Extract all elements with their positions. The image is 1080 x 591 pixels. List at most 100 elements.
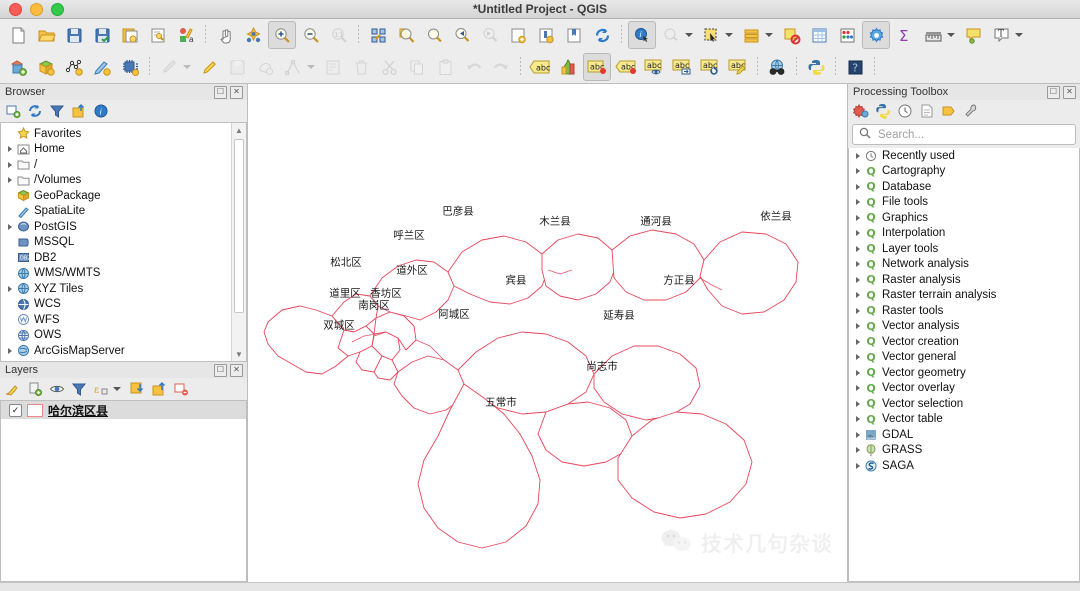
move-label-button[interactable]: abc [669,54,695,80]
processing-item-gdal[interactable]: GDAL GDAL [849,427,1079,443]
toggle-editing-button[interactable] [196,54,222,80]
cut-features-button[interactable] [376,54,402,80]
layers-close-button[interactable]: ✕ [230,363,243,377]
browser-item-wms-wmts[interactable]: WMS/WMTS [1,266,246,282]
expand-arrow[interactable] [4,223,15,230]
map-tips-button[interactable] [960,22,986,48]
select-by-value-button[interactable] [738,22,764,48]
expand-arrow[interactable] [4,177,15,184]
browser-item-home[interactable]: Home [1,142,246,158]
expand-arrow[interactable] [852,338,863,345]
processing-item-raster-terrain-analysis[interactable]: Q Raster terrain analysis [849,288,1079,304]
new-project-button[interactable] [5,22,31,48]
layer-styling-button[interactable] [555,54,581,80]
processing-item-vector-analysis[interactable]: Q Vector analysis [849,319,1079,335]
layout-manager-button[interactable] [145,22,171,48]
help-button[interactable]: ? [842,54,868,80]
zoom-in-button[interactable] [268,21,296,49]
expand-arrow[interactable] [852,261,863,268]
processing-item-graphics[interactable]: Q Graphics [849,210,1079,226]
browser-item-wfs[interactable]: WFS [1,312,246,328]
zoom-full-button[interactable] [365,22,391,48]
scroll-down-button[interactable]: ▼ [232,347,246,361]
run-feature-action-button[interactable] [658,22,684,48]
processing-item-raster-analysis[interactable]: Q Raster analysis [849,272,1079,288]
copy-features-button[interactable] [404,54,430,80]
measure-dropdown[interactable] [947,33,955,37]
layer-visibility-checkbox[interactable]: ✓ [9,403,22,417]
maximize-window-button[interactable] [51,2,64,16]
expand-arrow[interactable] [852,245,863,252]
paste-features-button[interactable] [432,54,458,80]
select-features-button[interactable] [698,22,724,48]
add-delimited-text-layer-button[interactable] [89,54,115,80]
processing-item-raster-tools[interactable]: Q Raster tools [849,303,1079,319]
add-postgis-layer-button[interactable] [117,54,143,80]
expand-arrow[interactable] [852,354,863,361]
refresh-button[interactable] [589,22,615,48]
pin-labels-button[interactable]: abc [613,54,639,80]
search-box[interactable] [852,124,1076,145]
filter-browser-button[interactable] [47,102,67,121]
open-model-button[interactable] [851,102,871,121]
label-toolbar-button[interactable]: abc [527,54,553,80]
properties-button[interactable]: i [91,102,111,121]
browser-item-ows[interactable]: OWS [1,328,246,344]
browser-float-button[interactable]: ☐ [214,85,227,99]
metasearch-button[interactable] [764,54,790,80]
browser-item-wcs[interactable]: WCS [1,297,246,313]
show-hide-labels-button[interactable]: abc [641,54,667,80]
expand-arrow[interactable] [852,168,863,175]
refresh-browser-button[interactable] [25,102,45,121]
processing-item-database[interactable]: Q Database [849,179,1079,195]
add-group-button[interactable] [25,380,45,399]
save-project-button[interactable] [61,22,87,48]
browser-item-volumes[interactable]: /Volumes [1,173,246,189]
highlight-pinned-labels-button[interactable]: abc [583,53,611,81]
browser-item-postgis[interactable]: PostGIS [1,219,246,235]
browser-item-spatialite[interactable]: SpatiaLite [1,204,246,220]
processing-float-button[interactable]: ☐ [1047,85,1060,99]
deselect-features-button[interactable] [778,22,804,48]
scripts-button[interactable] [873,102,893,121]
results-viewer-button[interactable] [917,102,937,121]
browser-item-favorites[interactable]: Favorites [1,126,246,142]
zoom-to-layer-button[interactable] [421,22,447,48]
expression-filter-dropdown[interactable] [113,387,121,391]
current-edits-button[interactable] [156,54,182,80]
expand-arrow[interactable] [852,230,863,237]
select-features-dropdown[interactable] [725,33,733,37]
expand-arrow[interactable] [852,214,863,221]
save-layer-edits-button[interactable] [224,54,250,80]
add-raster-layer-button[interactable] [33,54,59,80]
zoom-native-button[interactable]: 1:1 [326,22,352,48]
scrollbar-thumb[interactable] [234,139,244,313]
processing-close-button[interactable]: ✕ [1063,85,1076,99]
browser-close-button[interactable]: ✕ [230,85,243,99]
filter-legend-button[interactable] [69,380,89,399]
expand-arrow[interactable] [852,292,863,299]
minimize-window-button[interactable] [30,2,43,16]
python-console-button[interactable] [803,54,829,80]
style-manager-button[interactable]: a [173,22,199,48]
layer-item-harbin-districts[interactable]: ✓ 哈尔滨区县 [1,401,246,419]
processing-item-recently-used[interactable]: Recently used [849,148,1079,164]
add-mesh-layer-button[interactable] [61,54,87,80]
collapse-all-button[interactable] [69,102,89,121]
map-canvas[interactable]: 巴彦县 木兰县 通河县 依兰县 呼兰区 松北区 道外区 宾县 方正县 道里区 香… [247,84,848,582]
expand-arrow[interactable] [852,400,863,407]
processing-item-file-tools[interactable]: Q File tools [849,195,1079,211]
new-3d-map-view-button[interactable] [533,22,559,48]
processing-item-vector-general[interactable]: Q Vector general [849,350,1079,366]
browser-tree[interactable]: Favorites Home / /Volumes GeoPackage Spa… [0,122,247,362]
field-calculator-button[interactable]: Σ [892,22,918,48]
open-project-button[interactable] [33,22,59,48]
processing-item-vector-geometry[interactable]: Q Vector geometry [849,365,1079,381]
measure-line-button[interactable] [920,22,946,48]
zoom-next-button[interactable] [477,22,503,48]
open-layer-styling-button[interactable] [3,380,23,399]
zoom-to-selection-button[interactable] [393,22,419,48]
pan-map-button[interactable] [212,22,238,48]
browser-item-xyz-tiles[interactable]: XYZ Tiles [1,281,246,297]
remove-layer-button[interactable] [171,380,191,399]
